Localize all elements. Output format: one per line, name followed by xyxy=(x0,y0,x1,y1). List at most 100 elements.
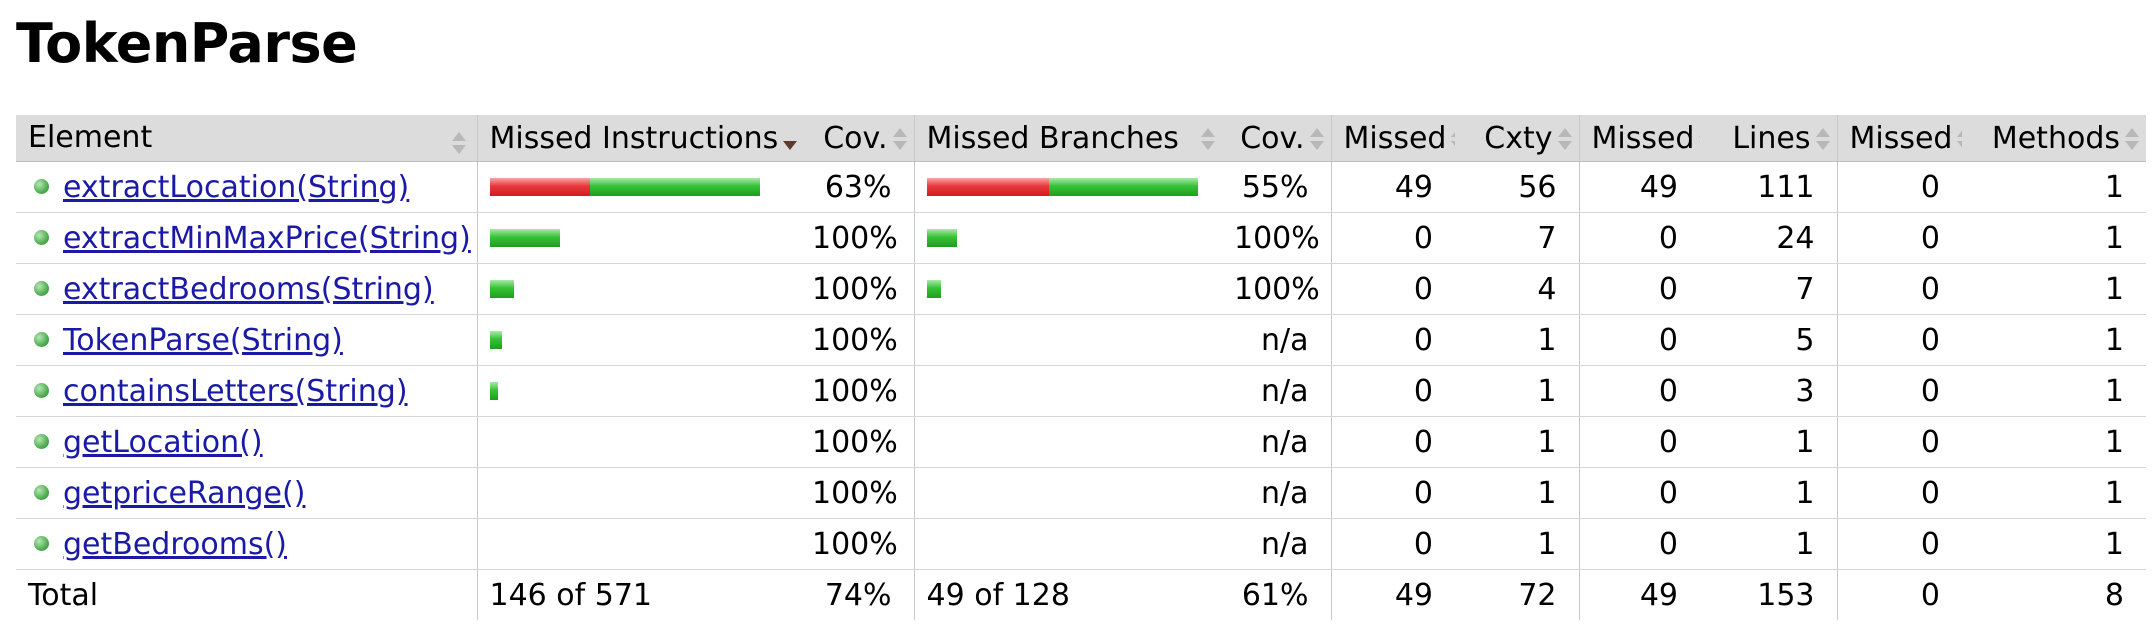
total-lines: 153 xyxy=(1757,577,1815,613)
missed-branches-bar xyxy=(913,518,1222,570)
header-missed-lines-label: Missed xyxy=(1591,120,1695,156)
instructions-coverage: 63% xyxy=(800,161,914,213)
method-icon xyxy=(34,331,49,347)
method-icon xyxy=(34,535,49,551)
missed-branches-bar xyxy=(913,467,1222,519)
instructions-coverage: 100% xyxy=(800,518,914,570)
instructions-covered-bar xyxy=(489,381,498,400)
missed-lines: 0 xyxy=(1578,365,1700,417)
table-row: TokenParse(String) 100% n/a 0 1 0 5 0 1 xyxy=(16,314,2146,366)
complexity: 7 xyxy=(1455,212,1579,264)
total-branches: 49 of 128 xyxy=(913,569,1222,620)
method-link[interactable]: getLocation() xyxy=(63,425,263,460)
table-row: containsLetters(String) 100% n/a 0 1 0 3 0 1 xyxy=(16,365,2146,417)
header-lines[interactable]: Lines xyxy=(1700,115,1837,162)
header-instructions-coverage-label: Cov. xyxy=(823,120,888,156)
methods: 1 xyxy=(1962,416,2146,468)
lines: 24 xyxy=(1700,212,1837,264)
missed-complexity: 0 xyxy=(1330,416,1455,468)
header-instructions-coverage[interactable]: Cov. xyxy=(800,115,914,162)
method-link[interactable]: extractLocation(String) xyxy=(63,170,409,205)
missed-lines: 49 xyxy=(1578,161,1700,213)
branches-coverage: 55% xyxy=(1222,161,1331,213)
instructions-covered-bar xyxy=(489,228,560,247)
method-icon xyxy=(34,433,49,449)
methods: 1 xyxy=(1962,314,2146,366)
missed-methods: 0 xyxy=(1836,416,1962,468)
header-methods[interactable]: Methods xyxy=(1962,115,2146,162)
missed-lines: 0 xyxy=(1578,518,1700,570)
header-branches-coverage[interactable]: Cov. xyxy=(1222,115,1331,162)
element-cell: extractBedrooms(String) xyxy=(16,263,477,315)
header-element[interactable]: Element xyxy=(16,115,477,162)
instructions-coverage: 100% xyxy=(800,314,914,366)
total-row: Total 146 of 571 74% 49 of 128 61% 49 72… xyxy=(16,569,2146,620)
header-missed-methods-label: Missed xyxy=(1849,120,1953,156)
sort-icon xyxy=(1815,125,1831,153)
missed-instructions-bar xyxy=(476,263,800,315)
missed-complexity: 0 xyxy=(1330,518,1455,570)
method-rows: extractLocation(String) 63% 55% 49 56 49 111 0 1… xyxy=(16,161,2146,570)
instructions-coverage: 100% xyxy=(800,467,914,519)
sort-icon xyxy=(1309,125,1325,153)
missed-branches-bar xyxy=(913,416,1222,468)
method-icon xyxy=(34,229,49,245)
method-link[interactable]: TokenParse(String) xyxy=(63,323,343,358)
instructions-missed-bar xyxy=(489,177,590,196)
header-complexity-label: Cxty xyxy=(1484,120,1553,156)
branches-coverage: n/a xyxy=(1222,314,1331,366)
branches-covered-bar xyxy=(926,228,957,247)
missed-methods: 0 xyxy=(1836,212,1962,264)
missed-branches-bar xyxy=(913,314,1222,366)
branches-coverage: n/a xyxy=(1222,518,1331,570)
missed-methods: 0 xyxy=(1836,467,1962,519)
lines: 111 xyxy=(1700,161,1837,213)
missed-instructions-bar xyxy=(476,416,800,468)
branches-missed-bar xyxy=(926,177,1049,196)
branches-coverage: n/a xyxy=(1222,365,1331,417)
methods: 1 xyxy=(1962,263,2146,315)
missed-complexity: 49 xyxy=(1330,161,1455,213)
methods: 1 xyxy=(1962,467,2146,519)
method-link[interactable]: getpriceRange() xyxy=(63,476,305,511)
missed-instructions-bar xyxy=(476,212,800,264)
header-missed-branches[interactable]: Missed Branches xyxy=(913,115,1222,162)
sort-icon xyxy=(451,129,467,157)
header-complexity[interactable]: Cxty xyxy=(1455,115,1579,162)
instructions-covered-bar xyxy=(589,177,760,196)
table-row: extractLocation(String) 63% 55% 49 56 49 111 0 1 xyxy=(16,161,2146,213)
missed-methods: 0 xyxy=(1836,314,1962,366)
header-missed-branches-label: Missed Branches xyxy=(926,120,1179,156)
method-link[interactable]: extractBedrooms(String) xyxy=(63,272,434,307)
total-label: Total xyxy=(28,577,99,613)
missed-methods: 0 xyxy=(1836,263,1962,315)
method-icon xyxy=(34,484,49,500)
missed-methods: 0 xyxy=(1836,365,1962,417)
header-missed-instructions-label: Missed Instructions xyxy=(489,120,779,156)
header-row: Element Missed Instructions Cov. Missed … xyxy=(16,115,2146,162)
method-link[interactable]: extractMinMaxPrice(String) xyxy=(63,221,471,256)
total-branches-coverage: 61% xyxy=(1241,577,1309,613)
element-cell: getBedrooms() xyxy=(16,518,477,570)
missed-branches-bar xyxy=(913,212,1222,264)
instructions-covered-bar xyxy=(489,279,514,298)
missed-complexity: 0 xyxy=(1330,467,1455,519)
total-missed-methods: 0 xyxy=(1836,569,1962,620)
total-methods: 8 xyxy=(2104,577,2124,613)
missed-instructions-bar xyxy=(476,467,800,519)
methods: 1 xyxy=(1962,161,2146,213)
table-row: extractBedrooms(String) 100% 100% 0 4 0 7 0 1 xyxy=(16,263,2146,315)
method-link[interactable]: getBedrooms() xyxy=(63,527,287,562)
header-missed-complexity[interactable]: Missed xyxy=(1330,115,1466,162)
complexity: 1 xyxy=(1455,467,1579,519)
method-link[interactable]: containsLetters(String) xyxy=(63,374,408,409)
header-missed-methods[interactable]: Missed xyxy=(1836,115,1972,162)
complexity: 1 xyxy=(1455,518,1579,570)
header-missed-lines[interactable]: Missed xyxy=(1578,115,1714,162)
header-missed-instructions[interactable]: Missed Instructions xyxy=(476,115,800,162)
missed-complexity: 0 xyxy=(1330,314,1455,366)
instructions-covered-bar xyxy=(489,330,502,349)
missed-instructions-bar xyxy=(476,161,800,213)
missed-lines: 0 xyxy=(1578,212,1700,264)
lines: 1 xyxy=(1700,518,1837,570)
